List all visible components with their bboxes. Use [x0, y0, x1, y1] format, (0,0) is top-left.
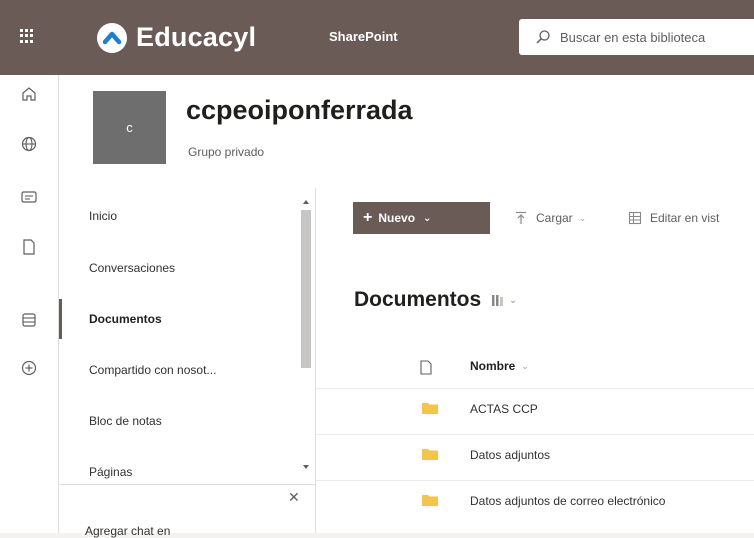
table-row[interactable]: Datos adjuntos de correo electrónico — [316, 480, 754, 523]
site-header: c ccpeoiponferrada Grupo privado — [59, 75, 754, 188]
nav-item-conversaciones[interactable]: Conversaciones — [59, 248, 299, 288]
brand-name: Educacyl — [136, 22, 257, 52]
library-title[interactable]: Documentos ⌄ — [354, 288, 517, 312]
search-input[interactable]: Buscar en esta biblioteca — [560, 30, 705, 45]
row-name[interactable]: ACTAS CCP — [470, 402, 538, 416]
close-icon[interactable]: ✕ — [288, 489, 300, 506]
command-bar: + Nuevo ⌄ Cargar ⌄ Editar en vist — [316, 188, 754, 248]
nav-scrollbar[interactable] — [299, 198, 313, 473]
row-name[interactable]: Datos adjuntos de correo electrónico — [470, 494, 665, 508]
folder-icon — [422, 495, 438, 506]
chevron-down-icon: ⌄ — [423, 212, 432, 224]
site-logo[interactable]: c — [93, 91, 166, 164]
table-row[interactable]: ACTAS CCP — [316, 388, 754, 431]
new-button[interactable]: + Nuevo ⌄ — [353, 202, 490, 234]
app-rail — [0, 75, 59, 533]
upload-icon — [516, 211, 526, 224]
folder-icon — [422, 449, 438, 460]
app-launcher-icon[interactable] — [20, 29, 34, 43]
home-icon[interactable] — [20, 85, 38, 103]
nav-item-inicio[interactable]: Inicio — [59, 196, 299, 236]
create-icon[interactable] — [20, 359, 38, 377]
scroll-up-icon[interactable] — [302, 198, 310, 206]
plus-icon: + — [363, 209, 373, 226]
library-title-text: Documentos — [354, 288, 482, 311]
nav-item-paginas[interactable]: Páginas — [59, 452, 299, 492]
chevron-down-icon[interactable]: ⌄ — [509, 295, 517, 306]
news-icon[interactable] — [20, 188, 38, 206]
column-header-row: Nombre ⌄ — [316, 348, 754, 386]
search-box[interactable]: Buscar en esta biblioteca — [519, 19, 754, 55]
nav-scroll-thumb[interactable] — [301, 210, 311, 368]
upload-button[interactable]: Cargar ⌄ — [514, 211, 586, 225]
column-header-name-label: Nombre — [470, 359, 516, 373]
library-view-icon[interactable] — [491, 293, 505, 307]
nav-item-compartido[interactable]: Compartido con nosot... — [59, 350, 299, 390]
site-title[interactable]: ccpeoiponferrada — [186, 95, 413, 126]
educacyl-logo-icon — [97, 22, 127, 53]
file-type-icon[interactable] — [420, 360, 432, 375]
file-icon[interactable] — [20, 238, 38, 256]
nav-item-bloc-de-notas[interactable]: Bloc de notas — [59, 401, 299, 441]
add-chat-prompt[interactable]: Agregar chat en — [85, 524, 170, 538]
sharepoint-link[interactable]: SharePoint — [329, 29, 398, 44]
scroll-down-icon[interactable] — [302, 463, 310, 471]
suite-header: Educacyl SharePoint Buscar en esta bibli… — [0, 0, 754, 75]
new-button-label: Nuevo — [378, 211, 416, 225]
chevron-down-icon: ⌄ — [521, 360, 529, 371]
nav-item-documentos[interactable]: Documentos — [59, 299, 299, 339]
nav-divider — [59, 484, 315, 485]
lists-icon[interactable] — [20, 311, 38, 329]
edit-grid-button[interactable]: Editar en vist — [628, 211, 719, 225]
row-name[interactable]: Datos adjuntos — [470, 448, 550, 462]
upload-label: Cargar — [536, 211, 573, 225]
search-icon — [536, 30, 550, 44]
folder-icon — [422, 403, 438, 414]
column-header-name[interactable]: Nombre ⌄ — [470, 359, 529, 373]
brand-logo[interactable]: Educacyl — [97, 22, 256, 53]
table-row[interactable]: Datos adjuntos — [316, 434, 754, 477]
site-navigation: Inicio Conversaciones Documentos Compart… — [59, 188, 316, 538]
document-library: + Nuevo ⌄ Cargar ⌄ Editar en vist Docume… — [316, 188, 754, 533]
globe-icon[interactable] — [20, 135, 38, 153]
edit-grid-label: Editar en vist — [650, 211, 720, 225]
grid-edit-icon — [628, 211, 642, 225]
chevron-down-icon: ⌄ — [578, 212, 587, 223]
site-privacy-label: Grupo privado — [188, 145, 265, 159]
